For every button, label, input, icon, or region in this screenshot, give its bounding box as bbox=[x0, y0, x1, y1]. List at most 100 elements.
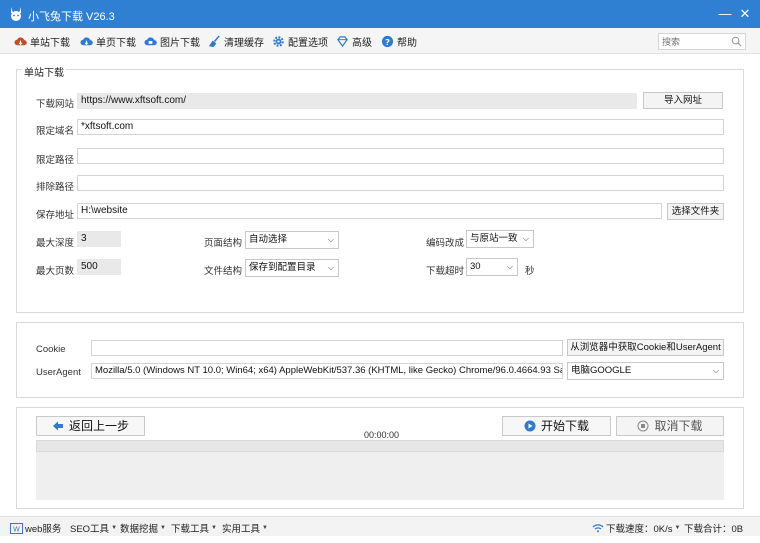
file-structure-select[interactable]: 保存到配置目录 ⌵ bbox=[245, 259, 339, 277]
toolbar-help[interactable]: ? 帮助 bbox=[381, 32, 417, 50]
cloud-download-icon bbox=[14, 36, 27, 45]
help-icon: ? bbox=[381, 35, 394, 47]
search-input[interactable] bbox=[659, 34, 727, 49]
statusbar-menu-label: SEO工具 bbox=[70, 524, 110, 535]
download-speed: 下载速度：0K/s ▼ bbox=[592, 521, 680, 535]
cancel-download-label: 取消下载 bbox=[654, 419, 703, 433]
statusbar-menu-seo[interactable]: SEO工具 ▼ bbox=[70, 521, 117, 535]
statusbar-menu-label: 实用工具 bbox=[222, 524, 261, 535]
encoding-select[interactable]: 与原站一致 ⌵ bbox=[466, 230, 534, 248]
statusbar-menu-utilities[interactable]: 实用工具 ▼ bbox=[222, 521, 268, 535]
toolbar-advanced[interactable]: 高级 bbox=[336, 32, 372, 50]
web-service-icon: W bbox=[10, 522, 23, 534]
timeout-unit: 秒 bbox=[525, 266, 535, 277]
start-download-label: 开始下载 bbox=[540, 419, 589, 433]
broom-icon bbox=[208, 34, 220, 47]
chevron-down-icon: ⌵ bbox=[712, 366, 719, 375]
depth-field[interactable]: 3 bbox=[77, 231, 121, 247]
chevron-down-icon: ⌵ bbox=[327, 263, 334, 272]
elapsed-time: 00:00:00 bbox=[364, 430, 400, 440]
toolbar-label: 图片下载 bbox=[160, 37, 200, 49]
gear-icon bbox=[273, 35, 284, 47]
download-total: 下载合计：0B bbox=[684, 521, 743, 535]
statusbar-menu-download-tools[interactable]: 下载工具 ▼ bbox=[171, 521, 217, 535]
toolbar-label: 清理缓存 bbox=[224, 37, 264, 49]
image-cloud-icon bbox=[144, 36, 157, 45]
svg-text:?: ? bbox=[385, 36, 390, 46]
statusbar-menu-label: 下载工具 bbox=[171, 524, 210, 535]
timeout-label: 下载超时 bbox=[426, 266, 465, 277]
rabbit-logo-icon bbox=[11, 7, 21, 21]
encoding-value: 与原站一致 bbox=[470, 233, 518, 244]
window-title: 小飞兔下载 V26.3 bbox=[28, 11, 115, 23]
file-structure-value: 保存到配置目录 bbox=[249, 262, 316, 273]
wifi-icon bbox=[592, 524, 604, 533]
close-button[interactable]: ✕ bbox=[736, 5, 754, 23]
site-download-group-title: 单站下载 bbox=[22, 64, 66, 79]
toolbar-image-download[interactable]: 图片下载 bbox=[144, 32, 200, 50]
path-field[interactable] bbox=[77, 148, 724, 164]
useragent-field[interactable]: Mozilla/5.0 (Windows NT 10.0; Win64; x64… bbox=[91, 363, 563, 379]
path-label: 限定路径 bbox=[36, 155, 75, 166]
get-cookie-button[interactable]: 从浏览器中获取Cookie和UserAgent bbox=[567, 339, 724, 356]
download-speed-label: 下载速度：0K/s bbox=[606, 524, 673, 535]
statusbar-menu-label: 数据挖掘 bbox=[120, 524, 159, 535]
chevron-down-icon: ⌵ bbox=[522, 234, 529, 243]
import-url-button[interactable]: 导入网址 bbox=[643, 92, 723, 109]
status-bar: W web服务 SEO工具 ▼ 数据挖掘 ▼ 下载工具 ▼ 实用工具 ▼ 下载速度：0K… bbox=[0, 516, 760, 536]
toolbar-label: 高级 bbox=[352, 37, 372, 49]
exclude-field[interactable] bbox=[77, 175, 724, 191]
toolbar-clear-cache[interactable]: 清理缓存 bbox=[208, 32, 264, 50]
page-structure-select[interactable]: 自动选择 ⌵ bbox=[245, 231, 339, 249]
cloud-icon bbox=[80, 36, 93, 45]
search-icon bbox=[731, 36, 742, 47]
caret-down-icon: ▼ bbox=[111, 525, 118, 531]
toolbar-label: 单站下载 bbox=[30, 37, 70, 49]
domain-label: 限定域名 bbox=[36, 126, 75, 137]
statusbar-menu-data-mining[interactable]: 数据挖掘 ▼ bbox=[120, 521, 166, 535]
cookie-group bbox=[16, 322, 744, 398]
page-structure-label: 页面结构 bbox=[204, 238, 243, 249]
useragent-label: UserAgent bbox=[36, 367, 81, 378]
toolbar-label: 单页下载 bbox=[96, 37, 136, 49]
exclude-label: 排除路径 bbox=[36, 182, 75, 193]
timeout-value: 30 bbox=[470, 261, 481, 272]
toolbar-settings[interactable]: 配置选项 bbox=[272, 32, 328, 50]
diamond-icon bbox=[337, 35, 348, 47]
toolbar: 单站下载 单页下载 图片下载 清理缓存 配置选项 高级 ? 帮助 bbox=[0, 28, 760, 54]
useragent-preset-value: 电脑GOOGLE bbox=[571, 365, 632, 376]
play-icon bbox=[524, 420, 536, 432]
caret-down-icon: ▼ bbox=[160, 525, 166, 531]
max-pages-label: 最大页数 bbox=[36, 266, 75, 277]
toolbar-site-download[interactable]: 单站下载 bbox=[14, 32, 70, 50]
encoding-label: 编码改成 bbox=[426, 238, 465, 249]
domain-field[interactable]: *xftsoft.com bbox=[77, 119, 724, 135]
toolbar-page-download[interactable]: 单页下载 bbox=[80, 32, 136, 50]
file-structure-label: 文件结构 bbox=[204, 266, 243, 277]
caret-down-icon: ▼ bbox=[211, 525, 217, 531]
download-total-label: 下载合计：0B bbox=[684, 524, 744, 535]
url-label: 下载网站 bbox=[36, 99, 75, 110]
minimize-button[interactable]: — bbox=[716, 5, 734, 23]
max-pages-field[interactable]: 500 bbox=[77, 259, 121, 275]
useragent-preset-select[interactable]: 电脑GOOGLE ⌵ bbox=[567, 362, 724, 380]
cancel-download-button[interactable]: 取消下载 bbox=[616, 416, 724, 436]
back-button-label: 返回上一步 bbox=[68, 419, 129, 433]
toolbar-label: 配置选项 bbox=[288, 37, 328, 49]
start-download-button[interactable]: 开始下载 bbox=[502, 416, 611, 436]
search-box[interactable] bbox=[658, 33, 746, 50]
save-path-label: 保存地址 bbox=[36, 210, 75, 221]
chevron-down-icon: ⌵ bbox=[506, 262, 513, 271]
save-path-field[interactable]: H:\website bbox=[77, 203, 662, 219]
timeout-select[interactable]: 30 ⌵ bbox=[466, 258, 518, 276]
page-structure-value: 自动选择 bbox=[249, 234, 288, 245]
caret-down-icon: ▼ bbox=[674, 525, 681, 531]
back-button[interactable]: 返回上一步 bbox=[36, 416, 145, 436]
svg-text:W: W bbox=[13, 525, 20, 533]
depth-label: 最大深度 bbox=[36, 238, 75, 249]
cookie-field[interactable] bbox=[91, 340, 563, 356]
log-area bbox=[36, 452, 724, 500]
url-field[interactable]: https://www.xftsoft.com/ bbox=[77, 93, 637, 109]
web-service-item[interactable]: W web服务 bbox=[10, 521, 61, 535]
choose-folder-button[interactable]: 选择文件夹 bbox=[667, 203, 724, 220]
